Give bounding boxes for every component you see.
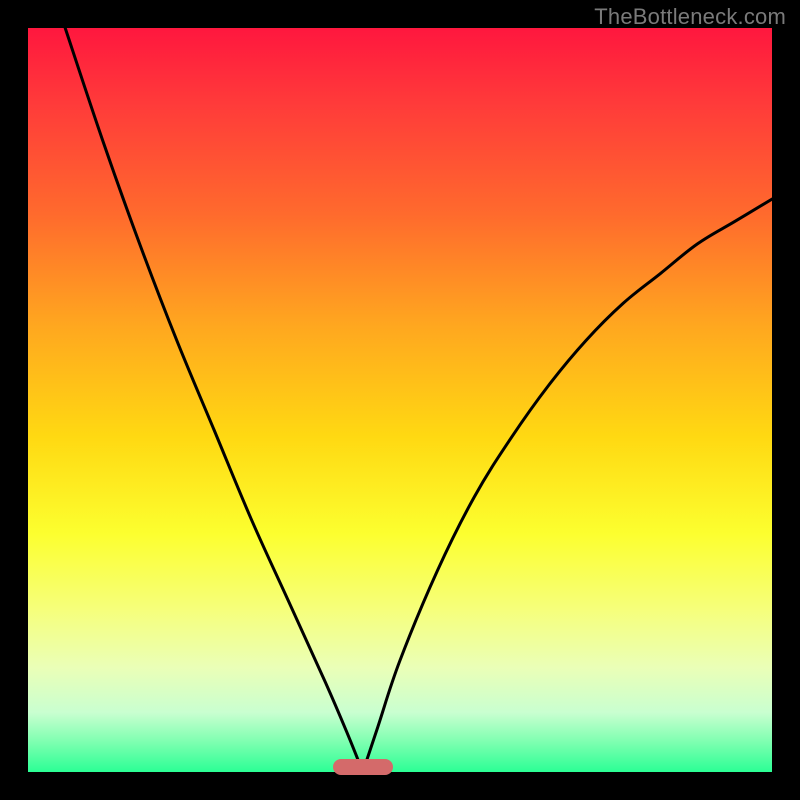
curves-svg: [28, 28, 772, 772]
plot-area: [28, 28, 772, 772]
watermark-text: TheBottleneck.com: [594, 4, 786, 30]
left-curve: [65, 28, 363, 772]
right-curve: [363, 199, 772, 772]
chart-frame: TheBottleneck.com: [0, 0, 800, 800]
bottleneck-marker: [333, 759, 393, 775]
